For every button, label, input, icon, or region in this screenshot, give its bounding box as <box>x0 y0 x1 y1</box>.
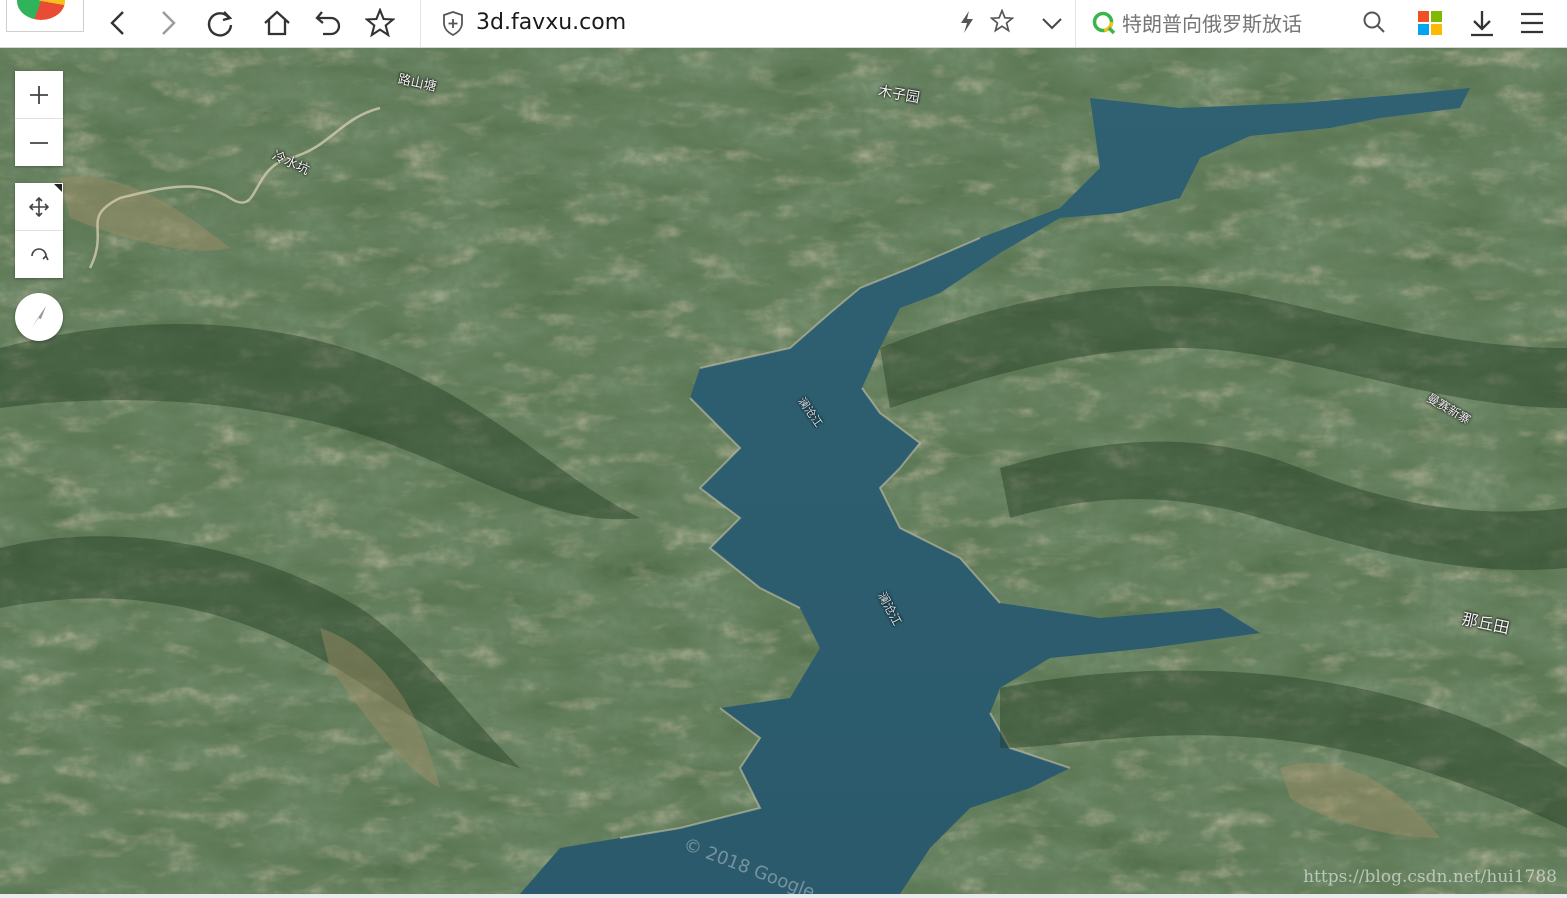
apps-button[interactable] <box>1410 3 1450 43</box>
compass-icon <box>32 306 46 328</box>
chevron-down-icon[interactable] <box>1041 14 1063 32</box>
search-brand-icon <box>1092 11 1116 35</box>
menu-button[interactable] <box>1512 3 1552 43</box>
star-icon[interactable] <box>990 9 1014 33</box>
forward-icon <box>162 11 176 35</box>
apps-grid-icon <box>1418 11 1442 35</box>
zoom-out-icon <box>30 141 48 144</box>
reload-button[interactable] <box>200 3 240 43</box>
pan-icon <box>28 196 50 217</box>
back-button[interactable] <box>98 3 138 43</box>
corner-indicator-icon <box>54 184 62 192</box>
forward-button[interactable] <box>148 3 188 43</box>
bookmark-button[interactable] <box>360 3 400 43</box>
zoom-out-button[interactable] <box>15 119 63 166</box>
back-icon <box>110 11 124 35</box>
reload-icon <box>207 11 233 37</box>
url-text: 3d.favxu.com <box>476 10 627 35</box>
satellite-terrain <box>0 48 1567 894</box>
home-icon <box>264 10 290 36</box>
search-icon[interactable] <box>1362 10 1386 34</box>
status-strip <box>0 894 1567 898</box>
navigation-controls <box>15 183 63 278</box>
rotate-icon <box>31 247 49 260</box>
browser-logo-icon[interactable] <box>6 0 84 32</box>
zoom-in-button[interactable] <box>15 71 63 119</box>
undo-icon <box>315 11 341 36</box>
lightning-icon[interactable] <box>958 10 976 34</box>
zoom-in-icon <box>30 85 48 104</box>
search-input[interactable] <box>1120 8 1354 40</box>
rotate-button[interactable] <box>15 231 63 278</box>
blog-watermark: https://blog.csdn.net/hui1788 <box>1303 867 1557 887</box>
address-bar[interactable]: 3d.favxu.com <box>420 0 1076 47</box>
compass-button[interactable] <box>15 293 63 341</box>
download-icon <box>1471 11 1493 37</box>
browser-toolbar: 3d.favxu.com <box>0 0 1567 48</box>
menu-icon <box>1521 12 1543 34</box>
download-button[interactable] <box>1462 3 1502 43</box>
search-box[interactable] <box>1076 0 1394 47</box>
shield-icon <box>443 11 463 36</box>
pan-button[interactable] <box>15 183 63 231</box>
map-viewport[interactable]: 路山塘 冷水坑 木子园 澜沧江 澜沧江 曼赛新寨 那丘田 © 2018 Goog… <box>0 48 1567 894</box>
home-button[interactable] <box>257 3 297 43</box>
undo-button[interactable] <box>309 3 349 43</box>
zoom-controls <box>15 71 63 166</box>
bookmark-star-icon <box>365 8 395 38</box>
browser-logo-mark <box>17 0 65 20</box>
